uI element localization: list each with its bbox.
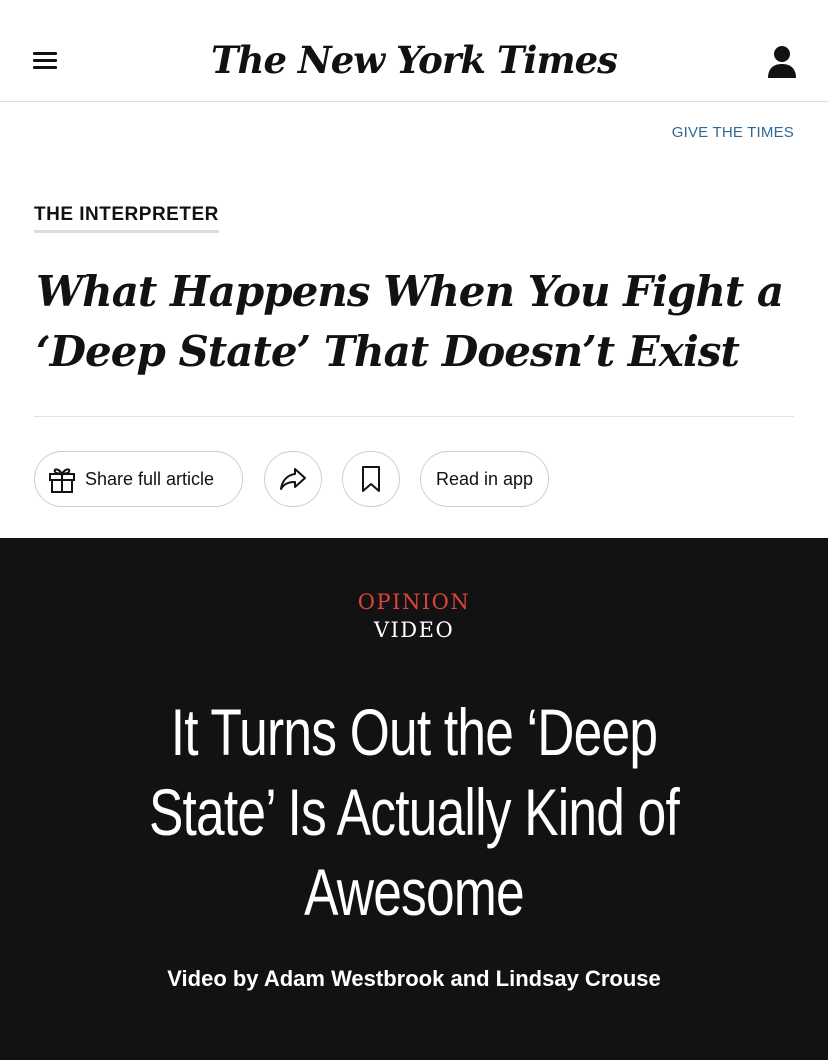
opinion-label: OPINION: [357, 590, 471, 614]
video-byline: Video by Adam Westbrook and Lindsay Crou…: [167, 966, 661, 991]
nyt-logo[interactable]: The New York Times: [0, 38, 828, 82]
divider: [34, 416, 794, 417]
article-headline: What Happens When You Fight a ‘Deep Stat…: [36, 267, 784, 376]
section-kicker[interactable]: THE INTERPRETER: [34, 204, 219, 233]
account-button[interactable]: [766, 44, 798, 80]
video-label: VIDEO: [373, 618, 455, 642]
share-arrow-icon: [280, 468, 306, 490]
share-button[interactable]: [264, 451, 322, 507]
gift-icon: [49, 468, 75, 493]
read-in-app-button[interactable]: Read in app: [420, 451, 549, 507]
give-the-times-link[interactable]: GIVE THE TIMES: [672, 124, 794, 141]
bookmark-icon: [362, 466, 380, 492]
user-account-icon: [768, 46, 796, 78]
top-navigation-bar: The New York Times: [0, 0, 828, 102]
save-button[interactable]: [342, 451, 400, 507]
video-title: It Turns Out the ‘Deep State’ Is Actuall…: [148, 695, 680, 929]
share-full-article-button[interactable]: Share full article: [34, 451, 243, 507]
share-full-article-label: Share full article: [85, 468, 215, 489]
